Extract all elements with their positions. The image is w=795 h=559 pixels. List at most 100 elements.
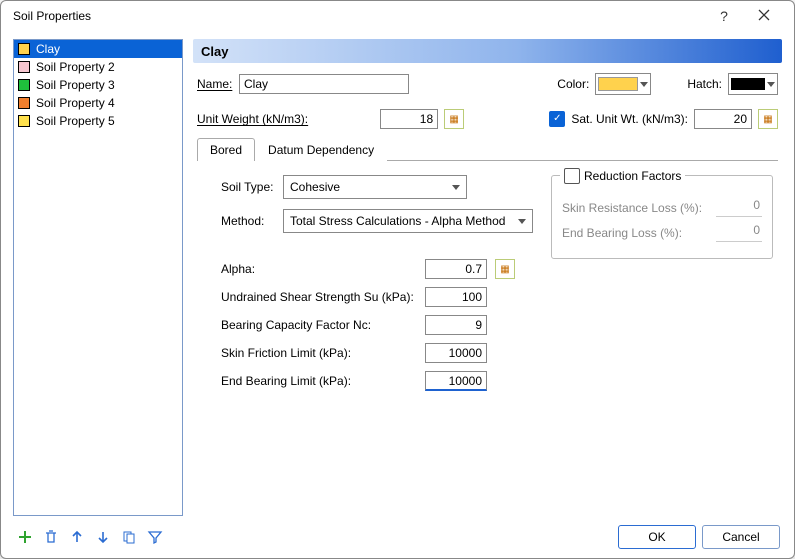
tab-bored-panel: Soil Type: Cohesive Method: Total Stress… bbox=[197, 161, 778, 403]
soil-type-row: Soil Type: Cohesive bbox=[221, 175, 533, 199]
copy-icon bbox=[121, 529, 137, 545]
color-swatch-icon bbox=[598, 77, 638, 91]
soil-type-label: Soil Type: bbox=[221, 180, 277, 194]
soil-list[interactable]: Clay Soil Property 2 Soil Property 3 Soi… bbox=[13, 39, 183, 516]
tab-datum-dependency[interactable]: Datum Dependency bbox=[255, 138, 387, 161]
nc-input[interactable] bbox=[425, 315, 487, 335]
sat-unit-checkbox[interactable]: ✓ bbox=[549, 111, 565, 127]
list-item-label: Soil Property 5 bbox=[36, 114, 115, 128]
su-input[interactable] bbox=[425, 287, 487, 307]
hatch-dropdown[interactable] bbox=[728, 73, 778, 95]
list-item-label: Clay bbox=[36, 42, 60, 56]
list-item-label: Soil Property 3 bbox=[36, 78, 115, 92]
skin-loss-value: 0 bbox=[716, 198, 762, 217]
method-value: Total Stress Calculations - Alpha Method bbox=[290, 214, 512, 228]
name-row: Name: Color: Hatch: bbox=[197, 73, 778, 95]
bored-left-column: Soil Type: Cohesive Method: Total Stress… bbox=[221, 175, 533, 399]
hatch-swatch-icon bbox=[731, 78, 765, 90]
color-swatch-icon bbox=[18, 115, 30, 127]
reduction-factors-checkbox[interactable] bbox=[564, 168, 580, 184]
copy-button[interactable] bbox=[119, 527, 139, 547]
arrow-down-icon bbox=[95, 529, 111, 545]
end-loss-value: 0 bbox=[716, 223, 762, 242]
delete-button[interactable] bbox=[41, 527, 61, 547]
list-item[interactable]: Soil Property 4 bbox=[14, 94, 182, 112]
filter-icon bbox=[147, 529, 163, 545]
list-item-label: Soil Property 4 bbox=[36, 96, 115, 110]
add-button[interactable] bbox=[15, 527, 35, 547]
color-label: Color: bbox=[557, 77, 589, 91]
table-icon: ▦ bbox=[500, 264, 509, 275]
panel-heading: Clay bbox=[193, 39, 782, 63]
param-row-end-limit: End Bearing Limit (kPa): bbox=[221, 371, 533, 391]
param-row-su: Undrained Shear Strength Su (kPa): bbox=[221, 287, 533, 307]
main-panel: Clay Name: Color: Hatch: bbox=[193, 39, 782, 516]
sat-unit-input[interactable] bbox=[694, 109, 752, 129]
method-row: Method: Total Stress Calculations - Alph… bbox=[221, 209, 533, 233]
soil-type-dropdown[interactable]: Cohesive bbox=[283, 175, 467, 199]
unit-weight-options-button[interactable]: ▦ bbox=[444, 109, 464, 129]
end-bearing-limit-input[interactable] bbox=[425, 371, 487, 391]
unit-weight-input[interactable] bbox=[380, 109, 438, 129]
list-item-label: Soil Property 2 bbox=[36, 60, 115, 74]
skin-loss-row: Skin Resistance Loss (%): 0 bbox=[562, 198, 762, 217]
dialog-body: Clay Soil Property 2 Soil Property 3 Soi… bbox=[1, 31, 794, 516]
move-down-button[interactable] bbox=[93, 527, 113, 547]
tab-bored[interactable]: Bored bbox=[197, 138, 255, 161]
trash-icon bbox=[43, 529, 59, 545]
unit-weight-row: Unit Weight (kN/m3): ▦ ✓ Sat. Unit Wt. (… bbox=[197, 109, 778, 129]
cancel-button[interactable]: Cancel bbox=[702, 525, 780, 549]
table-icon: ▦ bbox=[449, 114, 458, 125]
footer: OK Cancel bbox=[1, 516, 794, 558]
plus-icon bbox=[17, 529, 33, 545]
chevron-down-icon bbox=[518, 219, 526, 224]
chevron-down-icon bbox=[767, 82, 775, 87]
window-title: Soil Properties bbox=[13, 9, 704, 23]
reduction-factors-label: Reduction Factors bbox=[584, 169, 681, 183]
list-item[interactable]: Soil Property 3 bbox=[14, 76, 182, 94]
color-swatch-icon bbox=[18, 43, 30, 55]
color-swatch-icon bbox=[18, 61, 30, 73]
sidebar: Clay Soil Property 2 Soil Property 3 Soi… bbox=[13, 39, 183, 516]
close-icon bbox=[758, 9, 770, 21]
hatch-label: Hatch: bbox=[687, 77, 722, 91]
param-label: End Bearing Limit (kPa): bbox=[221, 374, 417, 388]
close-button[interactable] bbox=[744, 8, 784, 24]
end-loss-label: End Bearing Loss (%): bbox=[562, 226, 682, 240]
list-item[interactable]: Soil Property 2 bbox=[14, 58, 182, 76]
ok-button[interactable]: OK bbox=[618, 525, 696, 549]
skin-friction-limit-input[interactable] bbox=[425, 343, 487, 363]
filter-button[interactable] bbox=[145, 527, 165, 547]
name-input[interactable] bbox=[239, 74, 409, 94]
param-row-nc: Bearing Capacity Factor Nc: bbox=[221, 315, 533, 335]
param-label: Skin Friction Limit (kPa): bbox=[221, 346, 417, 360]
soil-type-value: Cohesive bbox=[290, 180, 446, 194]
chevron-down-icon bbox=[640, 82, 648, 87]
param-label: Undrained Shear Strength Su (kPa): bbox=[221, 290, 417, 304]
sat-unit-label: Sat. Unit Wt. (kN/m3): bbox=[571, 112, 688, 126]
color-swatch-icon bbox=[18, 97, 30, 109]
reduction-factors-group: Reduction Factors Skin Resistance Loss (… bbox=[551, 175, 773, 259]
method-label: Method: bbox=[221, 214, 277, 228]
end-loss-row: End Bearing Loss (%): 0 bbox=[562, 223, 762, 242]
param-label: Alpha: bbox=[221, 262, 417, 276]
sat-unit-options-button[interactable]: ▦ bbox=[758, 109, 778, 129]
color-dropdown[interactable] bbox=[595, 73, 651, 95]
soil-properties-dialog: Soil Properties ? Clay Soil Property 2 S… bbox=[0, 0, 795, 559]
param-row-alpha: Alpha: ▦ bbox=[221, 259, 533, 279]
help-button[interactable]: ? bbox=[704, 8, 744, 24]
alpha-input[interactable] bbox=[425, 259, 487, 279]
form-area: Name: Color: Hatch: bbox=[193, 63, 782, 407]
move-up-button[interactable] bbox=[67, 527, 87, 547]
title-bar: Soil Properties ? bbox=[1, 1, 794, 31]
method-dropdown[interactable]: Total Stress Calculations - Alpha Method bbox=[283, 209, 533, 233]
name-label: Name: bbox=[197, 77, 233, 91]
arrow-up-icon bbox=[69, 529, 85, 545]
alpha-options-button[interactable]: ▦ bbox=[495, 259, 515, 279]
param-label: Bearing Capacity Factor Nc: bbox=[221, 318, 417, 332]
list-item[interactable]: Soil Property 5 bbox=[14, 112, 182, 130]
color-swatch-icon bbox=[18, 79, 30, 91]
list-item[interactable]: Clay bbox=[14, 40, 182, 58]
reduction-factors-title: Reduction Factors bbox=[560, 168, 685, 184]
tabs: Bored Datum Dependency bbox=[197, 137, 778, 161]
